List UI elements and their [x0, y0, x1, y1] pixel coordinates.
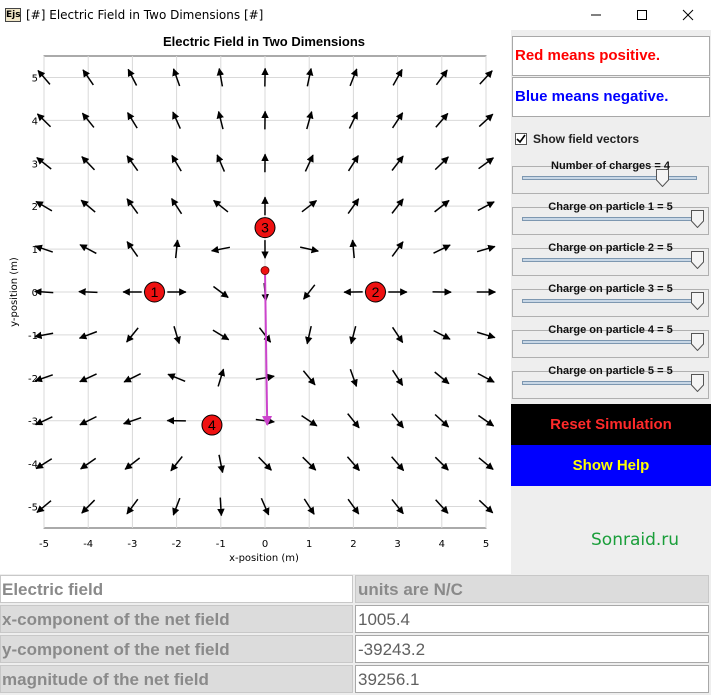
- slider-track[interactable]: [522, 299, 697, 303]
- slider-group: Charge on particle 3 = 5: [512, 283, 709, 317]
- slider-thumb[interactable]: [690, 292, 704, 310]
- field-readout-table: Electric field units are N/C x-component…: [0, 574, 711, 695]
- control-panel: Red means positive. Blue means negative.…: [511, 30, 711, 574]
- charge-label: 4: [208, 417, 216, 433]
- y-tick-label: 2: [32, 202, 38, 213]
- slider-label: Charge on particle 1 = 5: [548, 201, 673, 213]
- field-vector: [78, 288, 98, 296]
- slider-track[interactable]: [522, 381, 697, 385]
- slider-track[interactable]: [522, 258, 697, 262]
- reset-simulation-button[interactable]: Reset Simulation: [511, 404, 711, 445]
- slider-label: Charge on particle 3 = 5: [548, 283, 673, 295]
- x-tick-label: -3: [127, 539, 137, 550]
- slider-label: Charge on particle 2 = 5: [548, 242, 673, 254]
- app-icon: Ejs: [5, 8, 21, 22]
- y-component-field[interactable]: -39243.2: [355, 635, 709, 663]
- slider-track[interactable]: [522, 340, 697, 344]
- x-axis-label: x-position (m): [229, 553, 299, 564]
- slider-thumb[interactable]: [690, 251, 704, 269]
- slider-group: Charge on particle 1 = 5: [512, 201, 709, 235]
- minimize-icon: [591, 14, 601, 16]
- y-tick-label: 3: [32, 159, 38, 170]
- maximize-button[interactable]: [619, 0, 665, 30]
- slider-label: Charge on particle 4 = 5: [548, 324, 673, 336]
- y-tick-label: 4: [32, 116, 38, 127]
- y-axis-label: y-position (m): [9, 257, 20, 327]
- charge-particle[interactable]: 2: [365, 281, 386, 303]
- slider-thumb[interactable]: [690, 210, 704, 228]
- charge-particle[interactable]: 1: [144, 281, 165, 303]
- show-field-vectors-checkbox[interactable]: Show field vectors: [515, 131, 639, 147]
- field-vector: [217, 497, 225, 517]
- charge-particle[interactable]: 3: [254, 217, 276, 239]
- electric-field-plot[interactable]: Electric Field in Two Dimensions -5 -4 -3 -…: [0, 30, 511, 574]
- positive-legend: Red means positive.: [512, 36, 710, 76]
- slider-label: Number of charges = 4: [551, 160, 670, 172]
- x-tick-label: 2: [350, 539, 356, 550]
- x-tick-label: -2: [172, 539, 182, 550]
- slider-group: Charge on particle 2 = 5: [512, 242, 709, 276]
- charge-label: 2: [372, 284, 380, 300]
- x-component-field[interactable]: 1005.4: [355, 605, 709, 633]
- slider-group: Charge on particle 4 = 5: [512, 324, 709, 358]
- checkbox-check-icon[interactable]: [515, 133, 527, 145]
- table-label: x-component of the net field: [0, 605, 353, 633]
- close-icon: [682, 9, 694, 21]
- charge-label: 3: [261, 220, 269, 236]
- show-help-button[interactable]: Show Help: [511, 445, 711, 486]
- x-tick-label: -5: [39, 539, 49, 550]
- maximize-icon: [637, 10, 647, 20]
- x-tick-label: -4: [83, 539, 93, 550]
- slider-thumb[interactable]: [690, 333, 704, 351]
- show-field-vectors-label: Show field vectors: [533, 132, 640, 146]
- minimize-button[interactable]: [573, 0, 619, 30]
- window-title: [#] Electric Field in Two Dimensions [#]: [26, 8, 264, 22]
- x-tick-label: -1: [216, 539, 226, 550]
- x-tick-label: 1: [306, 539, 312, 550]
- slider-group: Charge on particle 5 = 5: [512, 365, 709, 399]
- plot-title: Electric Field in Two Dimensions: [163, 34, 365, 49]
- window-title-bar[interactable]: Ejs [#] Electric Field in Two Dimensions…: [0, 0, 711, 30]
- x-tick-label: 0: [262, 539, 268, 550]
- magnitude-field[interactable]: 39256.1: [355, 665, 709, 693]
- slider-group: Number of charges = 4: [512, 160, 709, 194]
- slider-track[interactable]: [522, 217, 697, 221]
- y-tick-label: -5: [28, 503, 38, 514]
- y-tick-label: 0: [32, 288, 38, 299]
- table-label: y-component of the net field: [0, 635, 353, 663]
- x-tick-label: 3: [394, 539, 400, 550]
- y-tick-label: 5: [32, 73, 38, 84]
- charge-particle[interactable]: 4: [201, 414, 223, 436]
- probe-point[interactable]: [260, 266, 270, 275]
- charge-label: 1: [151, 284, 159, 300]
- table-label: Electric field: [0, 575, 353, 603]
- slider-track[interactable]: [522, 176, 697, 180]
- table-value: units are N/C: [355, 575, 709, 603]
- negative-legend: Blue means negative.: [512, 77, 710, 117]
- y-tick-label: -3: [28, 417, 38, 428]
- slider-label: Charge on particle 5 = 5: [548, 365, 673, 377]
- y-tick-label: -2: [28, 374, 38, 385]
- close-button[interactable]: [665, 0, 711, 30]
- slider-thumb[interactable]: [655, 169, 669, 187]
- table-label: magnitude of the net field: [0, 665, 353, 693]
- x-tick-label: 5: [483, 539, 489, 550]
- plot-panel[interactable]: Electric Field in Two Dimensions -5 -4 -3 -…: [0, 30, 511, 574]
- watermark-text: Sonraid.ru: [591, 530, 680, 550]
- x-tick-label: 4: [439, 539, 445, 550]
- slider-thumb[interactable]: [690, 374, 704, 392]
